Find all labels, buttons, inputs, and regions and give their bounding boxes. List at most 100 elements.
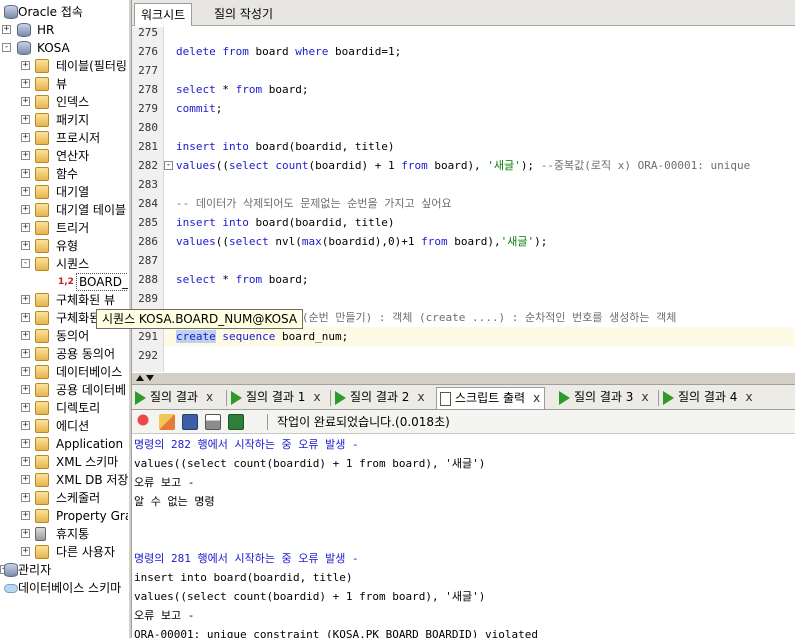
tree-item-7[interactable]: + 프로시저 xyxy=(0,129,128,147)
result-tab-2[interactable]: 질의 결과 2 x xyxy=(332,387,425,409)
tree-item-31[interactable]: +관리자 xyxy=(0,561,128,579)
tree-item-22[interactable]: + 디렉토리 xyxy=(0,399,128,417)
expand-icon[interactable]: + xyxy=(21,457,30,466)
close-tab-icon[interactable]: x xyxy=(533,391,540,405)
tree-item-14[interactable]: - 시퀀스 xyxy=(0,255,128,273)
fold-icon[interactable]: - xyxy=(164,161,173,170)
close-tab-icon[interactable]: x xyxy=(417,390,424,404)
expand-icon[interactable]: + xyxy=(21,367,30,376)
expand-icon[interactable]: + xyxy=(21,241,30,250)
expand-icon[interactable]: + xyxy=(21,547,30,556)
expand-icon[interactable]: + xyxy=(21,61,30,70)
code-line[interactable]: values((select nvl(max(boardid),0)+1 fro… xyxy=(176,232,547,251)
tree-item-11[interactable]: + 대기열 테이블 xyxy=(0,201,128,219)
tree-item-9[interactable]: + 함수 xyxy=(0,165,128,183)
tree-item-26[interactable]: + XML DB 저장 xyxy=(0,471,128,489)
close-tab-icon[interactable]: x xyxy=(313,390,320,404)
application-express-folder-icon xyxy=(35,437,49,451)
expand-icon[interactable]: + xyxy=(21,385,30,394)
expand-icon[interactable]: + xyxy=(21,439,30,448)
export-icon[interactable] xyxy=(228,414,244,430)
view-folder-icon xyxy=(35,77,49,91)
code-line[interactable]: -- 데이터가 삭제되어도 문제없는 순번을 가지고 싶어요 xyxy=(176,194,452,213)
tree-item-13[interactable]: + 유형 xyxy=(0,237,128,255)
expand-icon[interactable]: + xyxy=(21,475,30,484)
tree-item-5[interactable]: + 인덱스 xyxy=(0,93,128,111)
tree-item-2[interactable]: - KOSA xyxy=(0,39,128,57)
collapse-down-arrow-icon[interactable] xyxy=(146,375,154,381)
expand-icon[interactable]: + xyxy=(21,421,30,430)
tree-item-18[interactable]: + 동의어 xyxy=(0,327,128,345)
tree-item-15[interactable]: 1,2BOARD_NUM xyxy=(0,273,128,291)
expand-icon[interactable]: + xyxy=(21,295,30,304)
expand-icon[interactable]: + xyxy=(21,349,30,358)
result-tab-5[interactable]: 질의 결과 4 x xyxy=(660,387,753,409)
expand-icon[interactable]: + xyxy=(21,493,30,502)
tree-item-24[interactable]: + Application E xyxy=(0,435,128,453)
expand-icon[interactable]: + xyxy=(21,115,30,124)
tree-item-16[interactable]: + 구체화된 뷰 xyxy=(0,291,128,309)
expand-icon[interactable]: + xyxy=(21,403,30,412)
run-icon xyxy=(135,391,146,405)
print-icon[interactable] xyxy=(205,414,221,430)
tree-item-32[interactable]: 데이터베이스 스키마 xyxy=(0,579,128,597)
close-tab-icon[interactable]: x xyxy=(641,390,648,404)
result-tab-1[interactable]: 질의 결과 1 x xyxy=(228,387,321,409)
horizontal-splitter[interactable] xyxy=(132,372,795,385)
expand-icon[interactable]: + xyxy=(21,205,30,214)
tree-item-10[interactable]: + 대기열 xyxy=(0,183,128,201)
line-number: 278 xyxy=(138,83,158,96)
tree-item-23[interactable]: + 에디션 xyxy=(0,417,128,435)
tree-item-28[interactable]: + Property Gra xyxy=(0,507,128,525)
code-line[interactable]: select * from board; xyxy=(176,270,308,289)
close-tab-icon[interactable]: x xyxy=(745,390,752,404)
script-output-panel[interactable]: 명령의 282 행에서 시작하는 중 오류 발생 - values((select… xyxy=(132,434,795,638)
code-line[interactable]: insert into board(boardid, title) xyxy=(176,213,395,232)
result-tab-3[interactable]: 스크립트 출력 x xyxy=(436,387,546,409)
save-icon[interactable] xyxy=(182,414,198,430)
pin-icon[interactable] xyxy=(137,414,153,430)
expand-icon[interactable]: + xyxy=(2,25,11,34)
editor-tab-0[interactable]: 워크시트 xyxy=(134,3,193,26)
eraser-icon[interactable] xyxy=(159,414,175,430)
close-tab-icon[interactable]: x xyxy=(206,390,213,404)
tree-item-25[interactable]: + XML 스키마 xyxy=(0,453,128,471)
tree-item-4[interactable]: + 뷰 xyxy=(0,75,128,93)
tree-item-1[interactable]: + HR xyxy=(0,21,128,39)
collapse-icon[interactable]: - xyxy=(21,259,30,268)
expand-icon[interactable]: + xyxy=(21,79,30,88)
code-line[interactable]: delete from board where boardid=1; xyxy=(176,42,401,61)
tree-item-27[interactable]: + 스케줄러 xyxy=(0,489,128,507)
expand-icon[interactable]: + xyxy=(21,151,30,160)
expand-icon[interactable]: + xyxy=(21,529,30,538)
tree-item-29[interactable]: + 휴지통 xyxy=(0,525,128,543)
expand-icon[interactable]: + xyxy=(21,97,30,106)
tree-item-20[interactable]: + 데이터베이스 xyxy=(0,363,128,381)
expand-icon[interactable]: + xyxy=(21,313,30,322)
tree-item-3[interactable]: + 테이블(필터링) xyxy=(0,57,128,75)
expand-icon[interactable]: + xyxy=(21,511,30,520)
code-line[interactable]: select * from board; xyxy=(176,80,308,99)
editor-tab-1[interactable]: 질의 작성기 xyxy=(208,3,279,26)
tree-item-6[interactable]: + 패키지 xyxy=(0,111,128,129)
tree-item-30[interactable]: + 다른 사용자 xyxy=(0,543,128,561)
tree-item-12[interactable]: + 트리거 xyxy=(0,219,128,237)
code-line[interactable]: create sequence board_num; xyxy=(176,327,348,346)
tree-item-0[interactable]: Oracle 접속 xyxy=(0,3,128,21)
result-tab-0[interactable]: 질의 결과 x xyxy=(132,387,213,409)
result-tab-4[interactable]: 질의 결과 3 x xyxy=(556,387,649,409)
collapse-up-arrow-icon[interactable] xyxy=(136,375,144,381)
code-line[interactable]: values((select count(boardid) + 1 from b… xyxy=(176,156,750,175)
tree-item-8[interactable]: + 연산자 xyxy=(0,147,128,165)
tree-item-label: 패키지 xyxy=(56,113,90,127)
expand-icon[interactable]: + xyxy=(21,187,30,196)
expand-icon[interactable]: + xyxy=(21,331,30,340)
code-line[interactable]: commit; xyxy=(176,99,222,118)
tree-item-21[interactable]: + 공용 데이터베 xyxy=(0,381,128,399)
expand-icon[interactable]: + xyxy=(21,169,30,178)
expand-icon[interactable]: + xyxy=(21,223,30,232)
expand-icon[interactable]: + xyxy=(21,133,30,142)
tree-item-19[interactable]: + 공용 동의어 xyxy=(0,345,128,363)
code-line[interactable]: insert into board(boardid, title) xyxy=(176,137,395,156)
collapse-icon[interactable]: - xyxy=(2,43,11,52)
